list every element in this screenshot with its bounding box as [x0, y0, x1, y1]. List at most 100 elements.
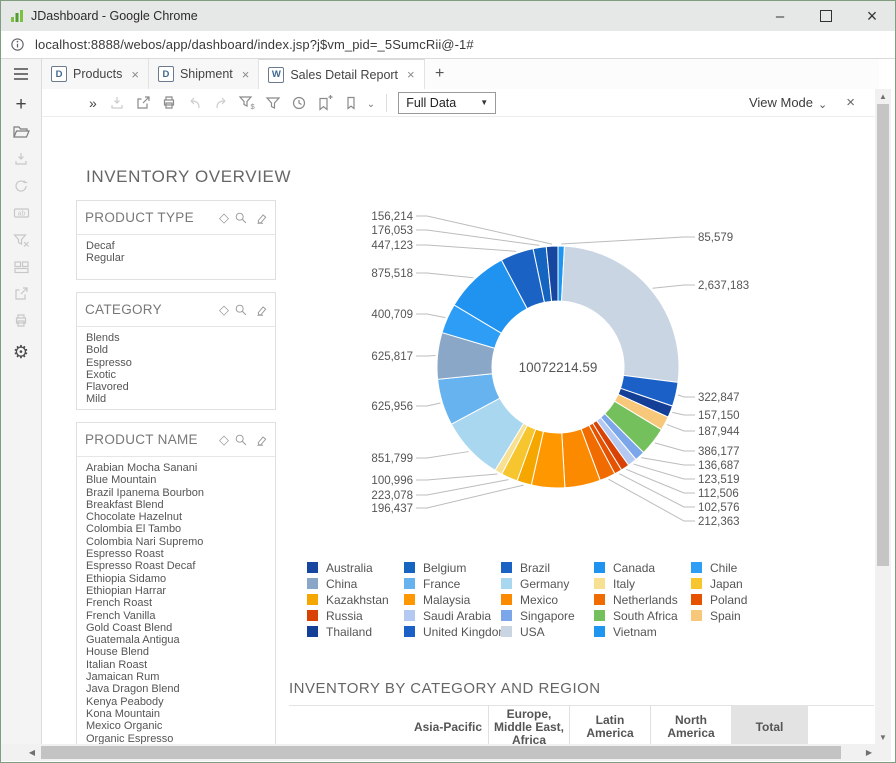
filter-list-item[interactable]: Colombia Nari Supremo: [86, 536, 266, 548]
scroll-up-icon[interactable]: ▲: [875, 89, 891, 103]
filter-list-item[interactable]: Regular: [86, 252, 266, 264]
close-button[interactable]: ×: [849, 1, 895, 31]
print-button[interactable]: [159, 93, 179, 113]
close-report-button[interactable]: ×: [846, 94, 855, 111]
legend-item-netherlands[interactable]: Netherlands: [594, 593, 691, 606]
legend-item-china[interactable]: China: [307, 577, 404, 590]
legend-item-usa[interactable]: USA: [501, 625, 594, 638]
legend-item-belgium[interactable]: Belgium: [404, 561, 501, 574]
eraser-icon[interactable]: [253, 303, 267, 317]
legend-item-australia[interactable]: Australia: [307, 561, 404, 574]
eraser-icon[interactable]: [253, 211, 267, 225]
horizontal-scrollbar[interactable]: ◀ ▶: [25, 744, 876, 761]
save-button[interactable]: [107, 93, 127, 113]
filter-list-item[interactable]: Bold: [86, 344, 266, 356]
filter-list-item[interactable]: Brazil Ipanema Bourbon: [86, 487, 266, 499]
clear-filter-button[interactable]: [8, 229, 34, 251]
scroll-right-icon[interactable]: ▶: [862, 748, 876, 757]
filter-list-item[interactable]: Decaf: [86, 240, 266, 252]
filter-list-item[interactable]: Arabian Mocha Sanani: [86, 462, 266, 474]
minimize-button[interactable]: –: [757, 1, 803, 31]
legend-item-malaysia[interactable]: Malaysia: [404, 593, 501, 606]
label-button[interactable]: ab: [8, 202, 34, 224]
filter-list-item[interactable]: Colombia El Tambo: [86, 523, 266, 535]
filter-list-item[interactable]: French Vanilla: [86, 610, 266, 622]
tab-close-icon[interactable]: ×: [407, 67, 415, 82]
column-header-total[interactable]: Total: [731, 706, 808, 744]
legend-item-south-africa[interactable]: South Africa: [594, 609, 691, 622]
legend-item-japan[interactable]: Japan: [691, 577, 788, 590]
filter-list-item[interactable]: Java Dragon Blend: [86, 683, 266, 695]
column-header-latin-america[interactable]: Latin America: [569, 706, 650, 744]
legend-item-italy[interactable]: Italy: [594, 577, 691, 590]
view-mode-button[interactable]: View Mode: [749, 95, 813, 110]
bookmark-button[interactable]: [341, 93, 361, 113]
new-item-button[interactable]: +: [8, 94, 34, 116]
toolbar-more-icon[interactable]: ⌄: [367, 99, 375, 110]
filter-list-item[interactable]: Organic Espresso: [86, 733, 266, 744]
tab-products[interactable]: DProducts×: [42, 59, 149, 89]
tab-shipment[interactable]: DShipment×: [149, 59, 259, 89]
legend-item-singapore[interactable]: Singapore: [501, 609, 594, 622]
legend-item-brazil[interactable]: Brazil: [501, 561, 594, 574]
filter-list-item[interactable]: Ethiopian Harrar: [86, 585, 266, 597]
maximize-button[interactable]: [803, 1, 849, 31]
layout-button[interactable]: [8, 256, 34, 278]
print-button-side[interactable]: [8, 310, 34, 332]
filter-list-item[interactable]: Italian Roast: [86, 659, 266, 671]
legend-item-united-kingdom[interactable]: United Kingdom: [404, 625, 501, 638]
filter-list-item[interactable]: Mild: [86, 393, 266, 405]
filter-list-item[interactable]: Blends: [86, 332, 266, 344]
legend-item-france[interactable]: France: [404, 577, 501, 590]
save-button-side[interactable]: [8, 148, 34, 170]
scroll-down-icon[interactable]: ▼: [875, 730, 891, 744]
filter-button[interactable]: [263, 93, 283, 113]
legend-item-chile[interactable]: Chile: [691, 561, 788, 574]
legend-item-russia[interactable]: Russia: [307, 609, 404, 622]
history-button[interactable]: [289, 93, 309, 113]
refresh-button[interactable]: [8, 175, 34, 197]
filter-list-item[interactable]: Blue Mountain: [86, 474, 266, 486]
filter-list-item[interactable]: Jamaican Rum: [86, 671, 266, 683]
filter-list-item[interactable]: Guatemala Antigua: [86, 634, 266, 646]
info-icon[interactable]: [10, 37, 25, 52]
filter-list-item[interactable]: Chocolate Hazelnut: [86, 511, 266, 523]
open-button[interactable]: [8, 121, 34, 143]
redo-button[interactable]: [211, 93, 231, 113]
filter-list-item[interactable]: Mexico Organic: [86, 720, 266, 732]
share-button[interactable]: [8, 283, 34, 305]
search-icon[interactable]: [234, 303, 248, 317]
undo-button[interactable]: [185, 93, 205, 113]
scroll-left-icon[interactable]: ◀: [25, 748, 39, 757]
tab-sales-detail-report[interactable]: WSales Detail Report×: [259, 59, 424, 90]
select-values-icon[interactable]: ◇: [219, 210, 229, 226]
legend-item-mexico[interactable]: Mexico: [501, 593, 594, 606]
vertical-scrollbar-thumb[interactable]: [877, 104, 889, 566]
legend-item-vietnam[interactable]: Vietnam: [594, 625, 691, 638]
filter-list-item[interactable]: Espresso Roast: [86, 548, 266, 560]
column-header-asia-pacific[interactable]: Asia-Pacific: [408, 706, 488, 744]
legend-item-saudi-arabia[interactable]: Saudi Arabia: [404, 609, 501, 622]
column-header-north-america[interactable]: North America: [650, 706, 731, 744]
column-header-europe-middle-east-africa[interactable]: Europe, Middle East, Africa: [488, 706, 569, 744]
filter-list-item[interactable]: Kona Mountain: [86, 708, 266, 720]
vertical-scrollbar[interactable]: ▲ ▼: [875, 89, 891, 744]
settings-button[interactable]: ⚙: [8, 341, 34, 363]
filter-list-item[interactable]: Espresso Roast Decaf: [86, 560, 266, 572]
tab-close-icon[interactable]: ×: [242, 67, 250, 82]
eraser-icon[interactable]: [253, 433, 267, 447]
select-values-icon[interactable]: ◇: [219, 432, 229, 448]
menu-icon[interactable]: [12, 66, 30, 82]
legend-item-poland[interactable]: Poland: [691, 593, 788, 606]
filter-list-item[interactable]: Kenya Peabody: [86, 696, 266, 708]
select-values-icon[interactable]: ◇: [219, 302, 229, 318]
url-text[interactable]: localhost:8888/webos/app/dashboard/index…: [35, 37, 474, 52]
legend-item-germany[interactable]: Germany: [501, 577, 594, 590]
filter-list-item[interactable]: Ethiopia Sidamo: [86, 573, 266, 585]
filter-list-item[interactable]: Exotic: [86, 369, 266, 381]
filter-list-item[interactable]: Breakfast Blend: [86, 499, 266, 511]
filter-list-item[interactable]: Gold Coast Blend: [86, 622, 266, 634]
search-icon[interactable]: [234, 433, 248, 447]
legend-item-kazakhstan[interactable]: Kazakhstan: [307, 593, 404, 606]
filter-values-button[interactable]: $: [237, 93, 257, 113]
